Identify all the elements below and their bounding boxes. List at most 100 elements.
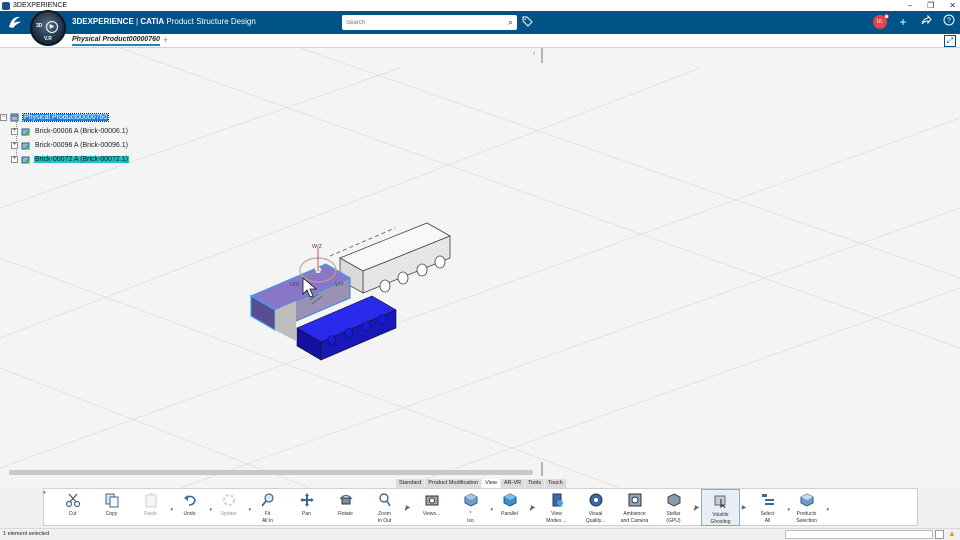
power-input-toggle[interactable] (935, 530, 944, 539)
pan-button[interactable]: Pan (287, 489, 326, 526)
visual-quality-button[interactable]: Visual Quality... (576, 489, 615, 526)
paste-icon (145, 493, 156, 508)
products-selection-icon (800, 493, 813, 507)
app-brand: 3DEXPERIENCE | CATIA Product Structure D… (72, 17, 256, 26)
minimize-button[interactable]: – (908, 0, 912, 11)
restore-button[interactable]: ❐ (927, 0, 934, 11)
visual-quality-icon (589, 493, 602, 507)
tree-item-label: Brick-00096 A (Brick-00096.1) (35, 142, 128, 149)
ghosting-icon (714, 495, 725, 509)
status-text: 1 element selected (3, 531, 50, 537)
part-icon (21, 128, 30, 136)
view-modes-button[interactable]: View Modes ... (537, 489, 576, 526)
tree-item-label: Brick-00006 A (Brick-00006.1) (35, 128, 128, 135)
views-button[interactable]: Views... (412, 489, 451, 526)
tab-physical-product[interactable]: Physical Product00000760 (72, 36, 160, 46)
top-bar: 3DEXPERIENCE | CATIA Product Structure D… (0, 11, 960, 34)
robot-u-label: U/X (290, 282, 300, 288)
tree-item[interactable]: + Brick-00006 A (Brick-00006.1) (11, 126, 129, 137)
robot-v-label: V/Y (335, 282, 344, 288)
undo-icon (183, 495, 196, 506)
app-icon (2, 1, 10, 10)
cut-button[interactable]: Cut (53, 489, 92, 526)
fit-all-in-button[interactable]: Fit All In (248, 489, 287, 526)
products-selection-button[interactable]: Products Selection ▾ (787, 489, 829, 526)
warning-icon[interactable]: ▲ (948, 529, 956, 538)
action-bar: ▾ Cut Copy Paste ▾ Undo ▾ Update ▾ Fit A… (43, 488, 918, 526)
rotate-button[interactable]: Rotate (326, 489, 365, 526)
undo-button[interactable]: Undo ▾ (170, 489, 212, 526)
tab-bar: Physical Product00000760 + ⤢ (0, 34, 960, 48)
tag-icon[interactable] (522, 16, 533, 30)
scissors-icon (65, 493, 80, 508)
fit-all-icon (260, 493, 274, 507)
robot-w-label: W/Z (312, 244, 323, 250)
tab-view[interactable]: View (482, 479, 501, 488)
expand-icon[interactable]: ⤢ (944, 35, 956, 47)
close-button[interactable]: ✕ (949, 0, 956, 11)
svg-text:?: ? (947, 18, 951, 25)
part-icon (21, 156, 30, 164)
tab-standard[interactable]: Standard (396, 479, 426, 488)
add-tab-button[interactable]: + (163, 35, 168, 45)
os-titlebar: 3DEXPERIENCE – ❐ ✕ (0, 0, 960, 11)
iso-view-button[interactable]: * iso ▾ (451, 489, 493, 526)
tab-touch[interactable]: Touch (544, 479, 567, 488)
share-icon[interactable] (919, 14, 933, 29)
stellar-icon (667, 493, 680, 507)
tab-ar-vr[interactable]: AR-VR (501, 479, 526, 488)
command-input[interactable] (785, 530, 933, 539)
play-icon[interactable]: ▶ (46, 21, 58, 33)
update-icon (222, 494, 235, 506)
expand-toggle[interactable]: + (11, 142, 18, 149)
select-all-icon (761, 494, 774, 505)
tree-root-label: Physical Product00000760 (21, 113, 110, 122)
tree-item-selected[interactable]: + Brick-00072 A (Brick-00072.1) (11, 154, 129, 165)
chevron-down-icon[interactable]: ▾ (40, 490, 49, 526)
rotate-icon (339, 494, 352, 505)
zoom-in-out-button[interactable]: Zoom In Out ▾ (365, 489, 407, 526)
tab-product-modification[interactable]: Product Modification (425, 479, 483, 488)
splitter[interactable] (541, 462, 543, 476)
chevron-right-icon[interactable]: ▶ (740, 489, 748, 526)
brick-white[interactable] (339, 222, 451, 294)
action-bar-tabs: Standard Product Modification View AR-VR… (396, 479, 567, 488)
expand-toggle[interactable]: + (11, 156, 18, 163)
status-bar: 1 element selected ▲ (0, 528, 960, 540)
tree-root[interactable]: − Physical Product00000760 (0, 112, 110, 123)
tree-item[interactable]: + Brick-00096 A (Brick-00096.1) (11, 140, 129, 151)
horizontal-scrollbar[interactable] (9, 470, 533, 475)
expand-toggle[interactable]: + (11, 128, 18, 135)
copy-button[interactable]: Copy (92, 489, 131, 526)
update-button[interactable]: Update ▾ (209, 489, 251, 526)
search-input[interactable] (342, 15, 492, 31)
product-icon (10, 113, 19, 122)
tab-tools[interactable]: Tools (525, 479, 545, 488)
part-icon (21, 142, 30, 150)
ambience-icon (628, 493, 641, 507)
search-box: ⌕ (342, 15, 517, 31)
tree-item-label: Brick-00072 A (Brick-00072.1) (34, 156, 129, 163)
parallel-button[interactable]: Parallel ▾ (490, 489, 532, 526)
3d-viewport[interactable]: ‹ W/Z U/X V/Y − Physical Product00000760… (0, 48, 960, 488)
copy-icon (105, 493, 118, 508)
user-avatar[interactable]: UL (873, 13, 889, 29)
volatile-ghosting-button[interactable]: Volatile Ghosting (701, 489, 740, 526)
zoom-icon (378, 493, 391, 507)
stellar-gpu-button[interactable]: Stellar (GPU) ▾ (654, 489, 696, 526)
compass-widget[interactable]: 3D ▶ V.R (30, 10, 66, 46)
ambience-camera-button[interactable]: Ambience and Camera (615, 489, 654, 526)
iso-icon (464, 493, 477, 507)
help-icon[interactable]: ? (942, 14, 956, 29)
camera-icon (425, 495, 438, 506)
scene-canvas: W/Z U/X V/Y (0, 48, 960, 488)
paste-button[interactable]: Paste ▾ (131, 489, 173, 526)
collapse-toggle[interactable]: − (0, 114, 7, 121)
pan-icon (299, 493, 314, 507)
ds-logo-icon[interactable] (6, 14, 24, 31)
search-icon[interactable]: ⌕ (508, 17, 513, 28)
select-all-button[interactable]: Select All ▾ (748, 489, 790, 526)
plus-icon[interactable]: + (896, 15, 910, 29)
parallel-icon (503, 493, 516, 507)
view-modes-icon (552, 493, 563, 507)
